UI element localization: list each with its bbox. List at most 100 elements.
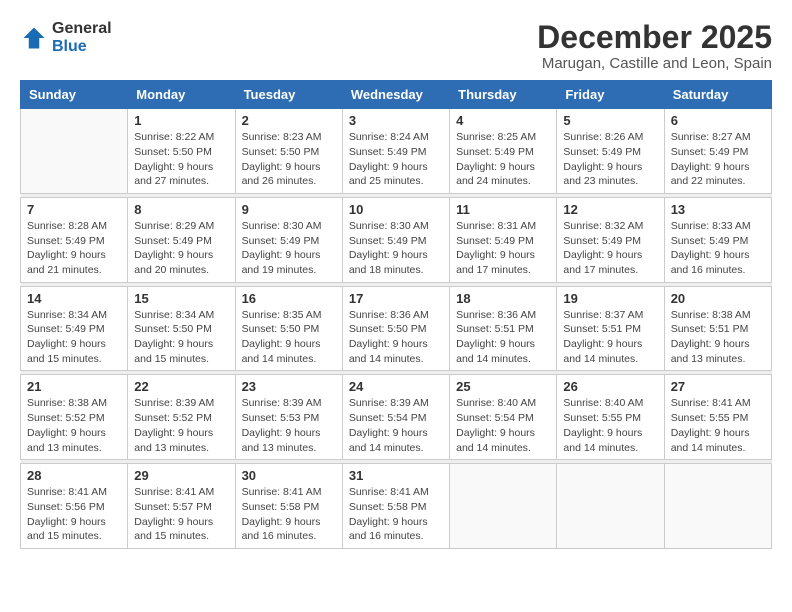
day-info: Sunrise: 8:38 AMSunset: 5:52 PMDaylight:… [27, 396, 121, 455]
page-title: December 2025 [537, 20, 772, 55]
calendar-cell: 22 Sunrise: 8:39 AMSunset: 5:52 PMDayligh… [128, 375, 235, 460]
day-info: Sunrise: 8:36 AMSunset: 5:51 PMDaylight:… [456, 308, 550, 367]
day-info: Sunrise: 8:37 AMSunset: 5:51 PMDaylight:… [563, 308, 657, 367]
calendar-cell: 24 Sunrise: 8:39 AMSunset: 5:54 PMDayligh… [342, 375, 449, 460]
day-number: 27 [671, 379, 765, 394]
calendar-cell: 2 Sunrise: 8:23 AMSunset: 5:50 PMDaylight… [235, 109, 342, 194]
calendar-cell: 15 Sunrise: 8:34 AMSunset: 5:50 PMDayligh… [128, 286, 235, 371]
day-number: 21 [27, 379, 121, 394]
day-info: Sunrise: 8:24 AMSunset: 5:49 PMDaylight:… [349, 130, 443, 189]
day-info: Sunrise: 8:39 AMSunset: 5:53 PMDaylight:… [242, 396, 336, 455]
day-number: 28 [27, 468, 121, 483]
day-info: Sunrise: 8:30 AMSunset: 5:49 PMDaylight:… [242, 219, 336, 278]
calendar-cell: 1 Sunrise: 8:22 AMSunset: 5:50 PMDaylight… [128, 109, 235, 194]
calendar-cell: 14 Sunrise: 8:34 AMSunset: 5:49 PMDayligh… [21, 286, 128, 371]
calendar-cell: 8 Sunrise: 8:29 AMSunset: 5:49 PMDaylight… [128, 197, 235, 282]
day-info: Sunrise: 8:34 AMSunset: 5:50 PMDaylight:… [134, 308, 228, 367]
calendar-cell: 28 Sunrise: 8:41 AMSunset: 5:56 PMDayligh… [21, 464, 128, 549]
day-info: Sunrise: 8:41 AMSunset: 5:56 PMDaylight:… [27, 485, 121, 544]
calendar-week-row: 1 Sunrise: 8:22 AMSunset: 5:50 PMDaylight… [21, 109, 772, 194]
day-number: 11 [456, 202, 550, 217]
day-info: Sunrise: 8:25 AMSunset: 5:49 PMDaylight:… [456, 130, 550, 189]
calendar-cell: 30 Sunrise: 8:41 AMSunset: 5:58 PMDayligh… [235, 464, 342, 549]
day-number: 19 [563, 291, 657, 306]
calendar-cell: 13 Sunrise: 8:33 AMSunset: 5:49 PMDayligh… [664, 197, 771, 282]
day-number: 20 [671, 291, 765, 306]
calendar-cell [664, 464, 771, 549]
calendar-week-row: 21 Sunrise: 8:38 AMSunset: 5:52 PMDayligh… [21, 375, 772, 460]
day-number: 31 [349, 468, 443, 483]
day-number: 15 [134, 291, 228, 306]
calendar-cell: 7Sunrise: 8:28 AMSunset: 5:49 PMDaylight… [21, 197, 128, 282]
calendar-header: SundayMondayTuesdayWednesdayThursdayFrid… [21, 81, 772, 109]
calendar-cell [450, 464, 557, 549]
calendar-cell: 6 Sunrise: 8:27 AMSunset: 5:49 PMDaylight… [664, 109, 771, 194]
day-info: Sunrise: 8:35 AMSunset: 5:50 PMDaylight:… [242, 308, 336, 367]
day-info: Sunrise: 8:31 AMSunset: 5:49 PMDaylight:… [456, 219, 550, 278]
day-info: Sunrise: 8:40 AMSunset: 5:55 PMDaylight:… [563, 396, 657, 455]
day-number: 25 [456, 379, 550, 394]
logo-blue-label: Blue [52, 38, 112, 56]
calendar-cell: 9 Sunrise: 8:30 AMSunset: 5:49 PMDaylight… [235, 197, 342, 282]
calendar-cell: 11 Sunrise: 8:31 AMSunset: 5:49 PMDayligh… [450, 197, 557, 282]
day-number: 30 [242, 468, 336, 483]
calendar-week-row: 28 Sunrise: 8:41 AMSunset: 5:56 PMDayligh… [21, 464, 772, 549]
weekday-header-tuesday: Tuesday [235, 81, 342, 109]
day-info: Sunrise: 8:30 AMSunset: 5:49 PMDaylight:… [349, 219, 443, 278]
day-info: Sunrise: 8:22 AMSunset: 5:50 PMDaylight:… [134, 130, 228, 189]
calendar-cell [557, 464, 664, 549]
day-number: 6 [671, 113, 765, 128]
calendar-cell: 27 Sunrise: 8:41 AMSunset: 5:55 PMDayligh… [664, 375, 771, 460]
day-info: Sunrise: 8:29 AMSunset: 5:49 PMDaylight:… [134, 219, 228, 278]
calendar-cell: 16 Sunrise: 8:35 AMSunset: 5:50 PMDayligh… [235, 286, 342, 371]
weekday-header-saturday: Saturday [664, 81, 771, 109]
day-number: 24 [349, 379, 443, 394]
weekday-header-thursday: Thursday [450, 81, 557, 109]
day-info: Sunrise: 8:33 AMSunset: 5:49 PMDaylight:… [671, 219, 765, 278]
calendar-cell: 10 Sunrise: 8:30 AMSunset: 5:49 PMDayligh… [342, 197, 449, 282]
day-info: Sunrise: 8:27 AMSunset: 5:49 PMDaylight:… [671, 130, 765, 189]
calendar-cell: 26 Sunrise: 8:40 AMSunset: 5:55 PMDayligh… [557, 375, 664, 460]
day-number: 1 [134, 113, 228, 128]
calendar-cell: 19 Sunrise: 8:37 AMSunset: 5:51 PMDayligh… [557, 286, 664, 371]
day-info: Sunrise: 8:23 AMSunset: 5:50 PMDaylight:… [242, 130, 336, 189]
day-number: 10 [349, 202, 443, 217]
day-number: 16 [242, 291, 336, 306]
day-info: Sunrise: 8:41 AMSunset: 5:55 PMDaylight:… [671, 396, 765, 455]
calendar-week-row: 7Sunrise: 8:28 AMSunset: 5:49 PMDaylight… [21, 197, 772, 282]
day-number: 22 [134, 379, 228, 394]
calendar-cell: 31Sunrise: 8:41 AMSunset: 5:58 PMDayligh… [342, 464, 449, 549]
day-number: 18 [456, 291, 550, 306]
calendar-cell: 12Sunrise: 8:32 AMSunset: 5:49 PMDayligh… [557, 197, 664, 282]
day-number: 9 [242, 202, 336, 217]
day-number: 5 [563, 113, 657, 128]
day-number: 26 [563, 379, 657, 394]
header: General Blue December 2025 Marugan, Cast… [20, 20, 772, 72]
calendar-cell: 20 Sunrise: 8:38 AMSunset: 5:51 PMDayligh… [664, 286, 771, 371]
day-number: 14 [27, 291, 121, 306]
day-info: Sunrise: 8:41 AMSunset: 5:58 PMDaylight:… [242, 485, 336, 544]
day-number: 13 [671, 202, 765, 217]
weekday-header-sunday: Sunday [21, 81, 128, 109]
day-number: 2 [242, 113, 336, 128]
logo: General Blue [20, 20, 112, 55]
calendar-body: 1 Sunrise: 8:22 AMSunset: 5:50 PMDaylight… [21, 109, 772, 549]
day-info: Sunrise: 8:26 AMSunset: 5:49 PMDaylight:… [563, 130, 657, 189]
day-info: Sunrise: 8:38 AMSunset: 5:51 PMDaylight:… [671, 308, 765, 367]
calendar-cell [21, 109, 128, 194]
day-info: Sunrise: 8:39 AMSunset: 5:52 PMDaylight:… [134, 396, 228, 455]
logo-icon [20, 24, 48, 52]
day-number: 8 [134, 202, 228, 217]
logo-text: General Blue [52, 20, 112, 55]
day-number: 7 [27, 202, 121, 217]
page-container: General Blue December 2025 Marugan, Cast… [20, 20, 772, 549]
calendar-cell: 3Sunrise: 8:24 AMSunset: 5:49 PMDaylight… [342, 109, 449, 194]
day-info: Sunrise: 8:41 AMSunset: 5:57 PMDaylight:… [134, 485, 228, 544]
day-info: Sunrise: 8:40 AMSunset: 5:54 PMDaylight:… [456, 396, 550, 455]
day-info: Sunrise: 8:34 AMSunset: 5:49 PMDaylight:… [27, 308, 121, 367]
calendar-cell: 23Sunrise: 8:39 AMSunset: 5:53 PMDayligh… [235, 375, 342, 460]
calendar-table: SundayMondayTuesdayWednesdayThursdayFrid… [20, 80, 772, 549]
day-number: 29 [134, 468, 228, 483]
day-info: Sunrise: 8:39 AMSunset: 5:54 PMDaylight:… [349, 396, 443, 455]
weekday-header-friday: Friday [557, 81, 664, 109]
